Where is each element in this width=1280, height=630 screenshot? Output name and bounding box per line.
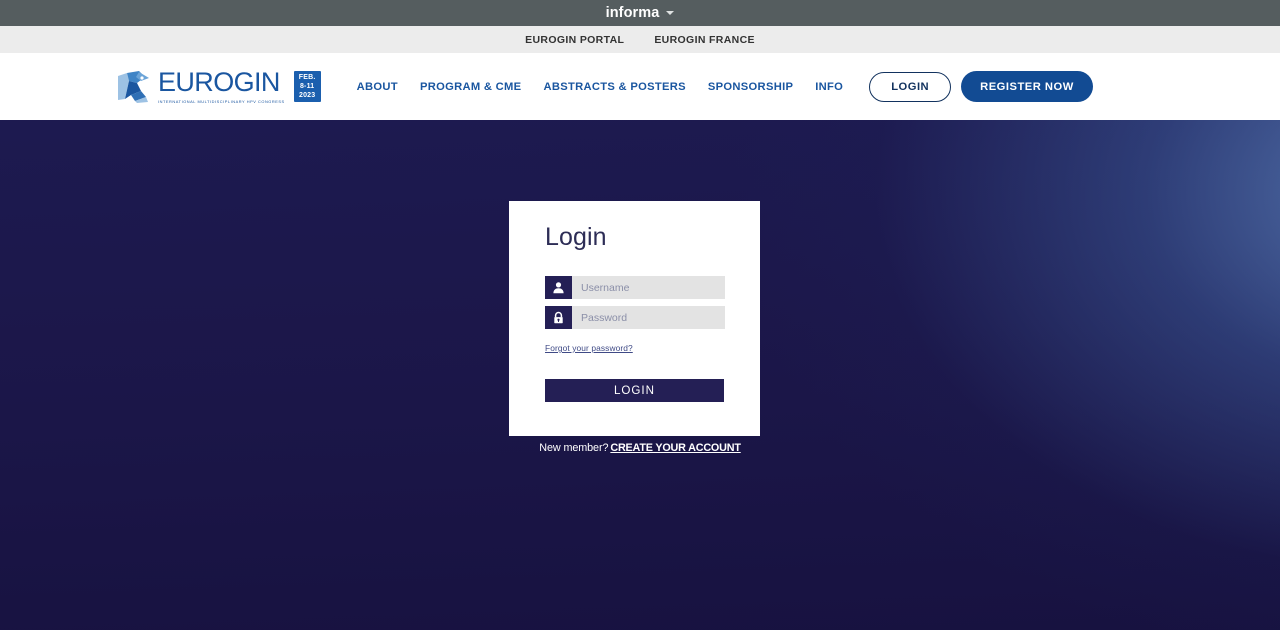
eurogin-wordmark: EUROGIN INTERNATIONAL MULTIDISCIPLINARY … (158, 66, 285, 105)
chevron-down-icon (666, 11, 675, 15)
date-badge-month: FEB. (298, 73, 316, 81)
nav-item-abstracts-posters[interactable]: ABSTRACTS & POSTERS (543, 81, 685, 93)
nav-item-about[interactable]: ABOUT (357, 81, 398, 93)
header-inner: EUROGIN INTERNATIONAL MULTIDISCIPLINARY … (115, 66, 1165, 105)
header-login-button[interactable]: LOGIN (869, 71, 952, 102)
eurogin-bird-logo-icon (115, 69, 153, 105)
main-header: EUROGIN INTERNATIONAL MULTIDISCIPLINARY … (0, 53, 1280, 120)
eurogin-logo[interactable]: EUROGIN INTERNATIONAL MULTIDISCIPLINARY … (115, 66, 321, 105)
login-card: Login Username Forgot your password? LOG… (509, 201, 760, 436)
date-badge-year: 2023 (298, 92, 316, 100)
username-field-row (545, 276, 725, 299)
forgot-password-link[interactable]: Forgot your password? (545, 343, 633, 353)
hero-section: Login Username Forgot your password? LOG… (0, 120, 1280, 630)
header-register-now-button[interactable]: REGISTER NOW (961, 71, 1093, 102)
nav-item-program-cme[interactable]: PROGRAM & CME (420, 81, 521, 93)
portal-link-eurogin-france[interactable]: EUROGIN FRANCE (654, 34, 755, 46)
informa-brand-label: informa (605, 4, 660, 21)
congress-date-badge: FEB. 8-11 2023 (293, 71, 321, 102)
portal-link-eurogin-portal[interactable]: EUROGIN PORTAL (525, 34, 624, 46)
nav-item-info[interactable]: INFO (815, 81, 843, 93)
password-field-row (545, 306, 725, 329)
user-icon (545, 276, 572, 299)
lock-icon (545, 306, 572, 329)
new-member-label: New member? (539, 442, 609, 454)
login-page: informa EUROGIN PORTAL EUROGIN FRANCE EU… (0, 0, 1280, 630)
eurogin-logo-tagline: INTERNATIONAL MULTIDISCIPLINARY HPV CONG… (158, 99, 285, 105)
main-navigation: ABOUT PROGRAM & CME ABSTRACTS & POSTERS … (357, 81, 844, 93)
create-account-link[interactable]: CREATE YOUR ACCOUNT (610, 442, 741, 454)
login-submit-button[interactable]: LOGIN (545, 379, 724, 402)
portal-links-bar: EUROGIN PORTAL EUROGIN FRANCE (0, 26, 1280, 53)
new-member-prompt: New member? CREATE YOUR ACCOUNT (0, 442, 1280, 454)
username-input[interactable] (572, 276, 725, 299)
nav-item-sponsorship[interactable]: SPONSORSHIP (708, 81, 793, 93)
informa-brand-dropdown[interactable]: informa (606, 6, 675, 21)
informa-top-bar: informa (0, 0, 1280, 26)
password-input[interactable] (572, 306, 725, 329)
eurogin-logo-word: EUROGIN (158, 66, 280, 97)
date-badge-days: 8-11 (299, 82, 315, 90)
login-card-title: Login (545, 223, 607, 251)
header-actions: LOGIN REGISTER NOW (869, 71, 1093, 102)
